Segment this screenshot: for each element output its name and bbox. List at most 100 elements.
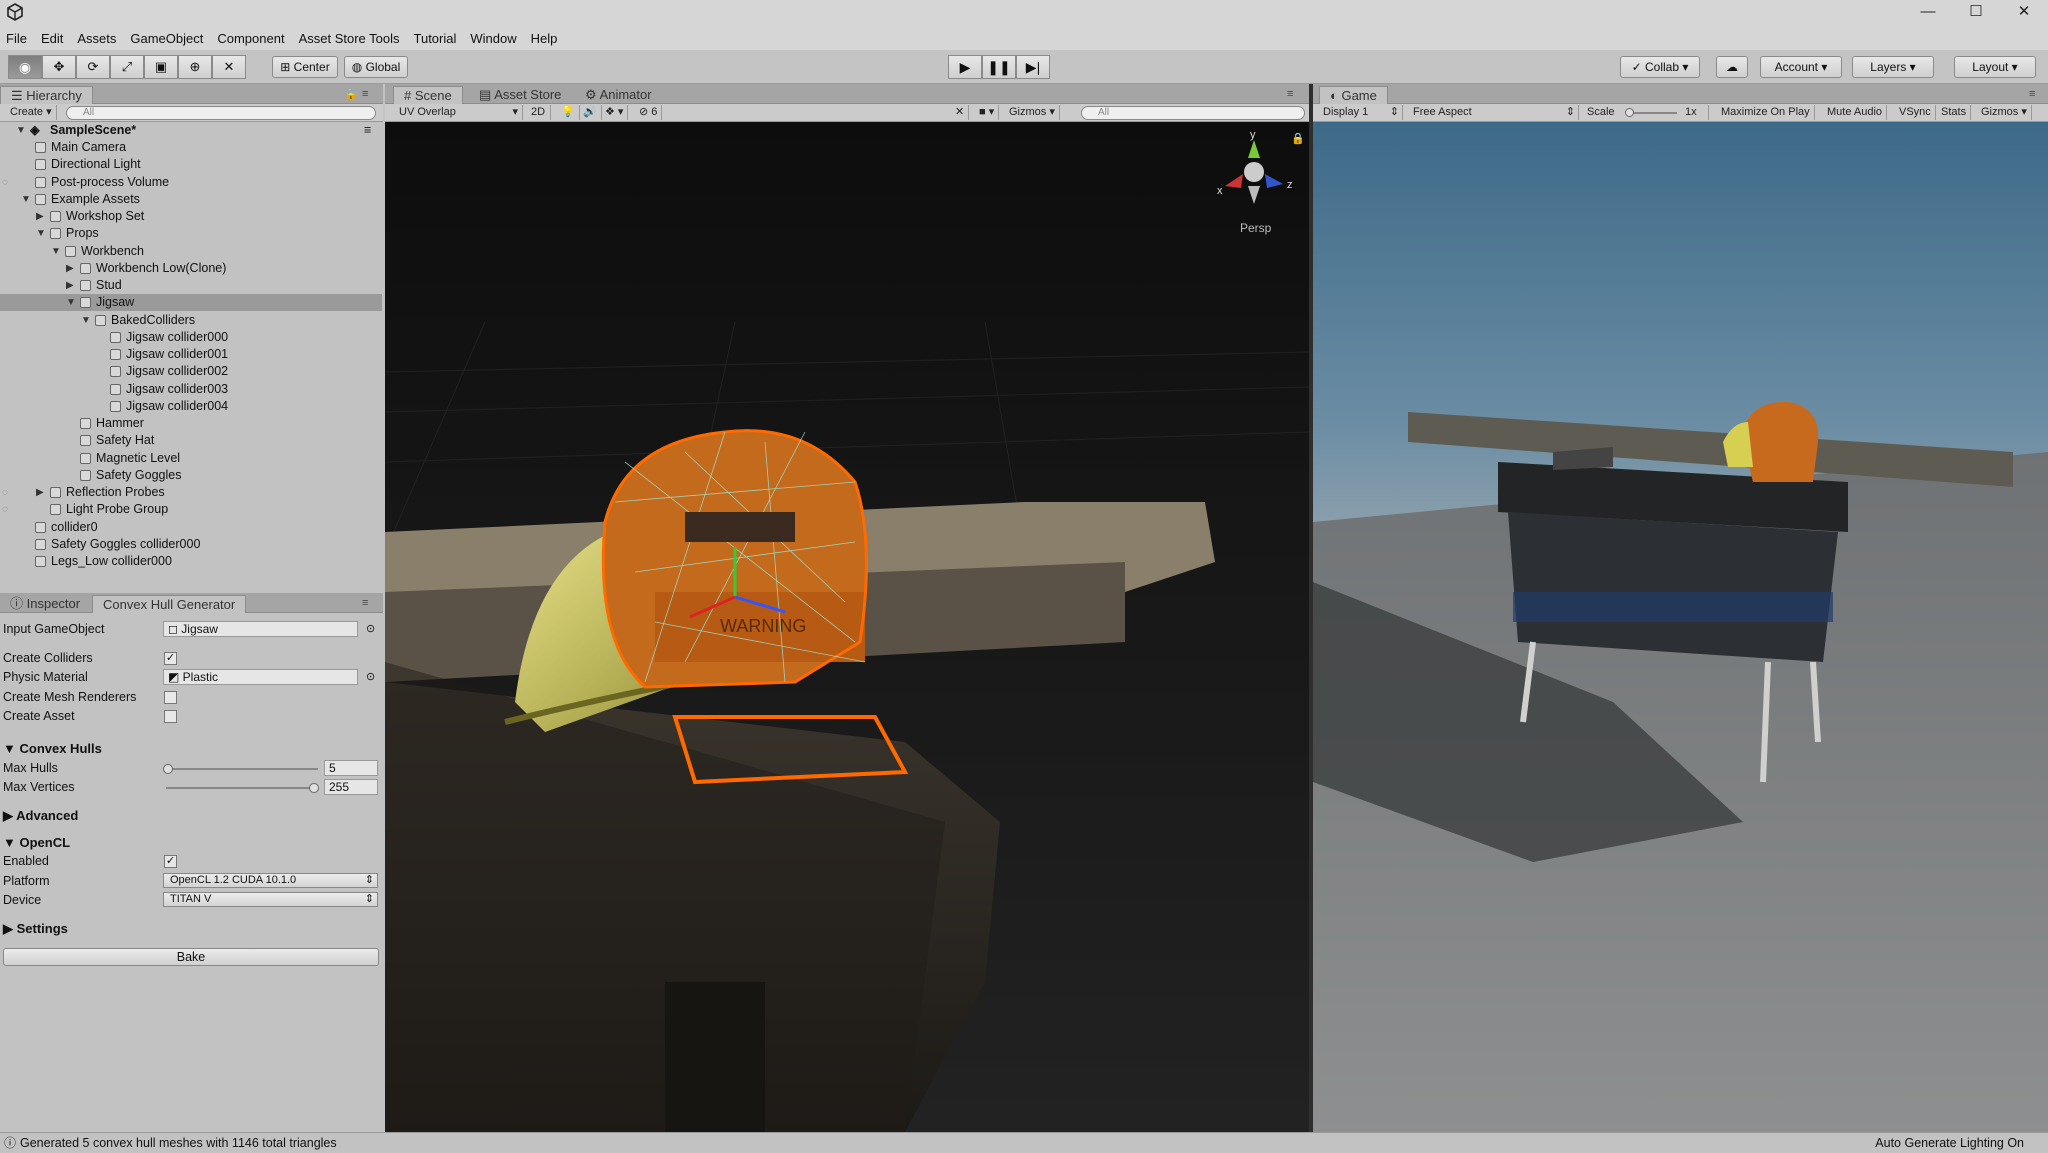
- collab-button[interactable]: ✓ Collab ▾: [1620, 56, 1700, 78]
- visibility-icon[interactable]: ◌: [2, 484, 8, 501]
- effects-dropdown[interactable]: ❖ ▾: [601, 105, 629, 120]
- account-dropdown[interactable]: Account ▾: [1760, 56, 1842, 78]
- pause-button[interactable]: ❚❚: [982, 55, 1016, 79]
- expand-arrow-icon[interactable]: ▼: [36, 225, 46, 242]
- menu-gameobject[interactable]: GameObject: [130, 31, 203, 46]
- scene-tools-button[interactable]: ✕: [951, 105, 970, 120]
- create-mesh-renderers-checkbox[interactable]: [164, 691, 177, 704]
- hierarchy-item[interactable]: Jigsaw collider002: [0, 363, 382, 380]
- status-message[interactable]: Generated 5 convex hull meshes with 1146…: [20, 1133, 337, 1153]
- stats-toggle[interactable]: Stats: [1937, 105, 1972, 120]
- hierarchy-item[interactable]: Legs_Low collider000: [0, 553, 382, 570]
- gizmo-lock-icon[interactable]: 🔒: [1291, 132, 1305, 145]
- mute-audio-toggle[interactable]: Mute Audio: [1823, 105, 1888, 120]
- expand-arrow-icon[interactable]: ▼: [21, 191, 31, 208]
- step-button[interactable]: ▶|: [1016, 55, 1050, 79]
- move-tool-button[interactable]: ✥: [42, 55, 76, 79]
- max-vertices-slider[interactable]: [166, 787, 318, 789]
- space-toggle[interactable]: ◍ Global: [344, 56, 408, 78]
- hierarchy-item[interactable]: ▼ Workbench: [0, 243, 382, 260]
- max-hulls-field[interactable]: 5: [324, 760, 378, 776]
- hierarchy-item[interactable]: ▼ BakedColliders: [0, 312, 382, 329]
- cloud-button[interactable]: ☁: [1716, 56, 1748, 78]
- hierarchy-item[interactable]: Directional Light: [0, 156, 382, 173]
- hierarchy-search-input[interactable]: All: [66, 106, 376, 120]
- lock-icon[interactable]: 🔒: [344, 88, 358, 101]
- convex-hulls-foldout[interactable]: ▼ Convex Hulls: [3, 741, 102, 756]
- platform-dropdown[interactable]: OpenCL 1.2 CUDA 10.1.0 ⇕: [163, 873, 378, 888]
- tab-hierarchy[interactable]: ☰ Hierarchy: [0, 86, 93, 104]
- scale-slider-knob[interactable]: [1625, 108, 1634, 117]
- max-hulls-slider-knob[interactable]: [163, 764, 173, 774]
- hidden-objects-toggle[interactable]: ⊘ 6: [635, 105, 663, 120]
- panel-menu-icon[interactable]: ≡: [362, 597, 368, 609]
- tab-asset-store[interactable]: ▤ Asset Store: [469, 86, 571, 104]
- hierarchy-item[interactable]: Magnetic Level: [0, 450, 382, 467]
- scale-tool-button[interactable]: ⤢: [110, 55, 144, 79]
- game-gizmos-dropdown[interactable]: Gizmos ▾: [1977, 105, 2032, 120]
- expand-arrow-icon[interactable]: ▼: [81, 312, 91, 329]
- expand-arrow-icon[interactable]: ▼: [16, 122, 26, 139]
- 2d-toggle[interactable]: 2D: [527, 105, 551, 120]
- pivot-toggle[interactable]: ⊞ Center: [272, 56, 338, 78]
- create-dropdown[interactable]: Create ▾: [6, 105, 57, 120]
- max-vertices-field[interactable]: 255: [324, 779, 378, 795]
- input-gameobject-field[interactable]: ◻ Jigsaw: [163, 621, 358, 637]
- hierarchy-item[interactable]: Jigsaw collider003: [0, 381, 382, 398]
- maximize-on-play-toggle[interactable]: Maximize On Play: [1717, 105, 1815, 120]
- vsync-toggle[interactable]: VSync: [1895, 105, 1936, 120]
- hierarchy-item[interactable]: Safety Goggles collider000: [0, 536, 382, 553]
- hierarchy-item[interactable]: ◌ ▶ Reflection Probes: [0, 484, 382, 501]
- layers-dropdown[interactable]: Layers ▾: [1852, 56, 1934, 78]
- hierarchy-item[interactable]: ▶ Workbench Low(Clone): [0, 260, 382, 277]
- tab-convex-hull-generator[interactable]: Convex Hull Generator: [92, 595, 247, 613]
- physic-material-field[interactable]: ◩ Plastic: [163, 669, 358, 685]
- scene-viewport[interactable]: WARNING y x z Persp 🔒: [385, 122, 1309, 1132]
- hierarchy-item[interactable]: Safety Goggles: [0, 467, 382, 484]
- custom-tool-button[interactable]: ✕: [212, 55, 246, 79]
- expand-arrow-icon[interactable]: ▶: [66, 277, 74, 294]
- camera-dropdown[interactable]: ■ ▾: [975, 105, 1000, 120]
- panel-menu-icon[interactable]: ≡: [2029, 88, 2035, 100]
- panel-menu-icon[interactable]: ≡: [362, 88, 368, 100]
- hierarchy-item[interactable]: ▼ Jigsaw: [0, 294, 382, 312]
- tab-inspector[interactable]: ⓘ Inspector: [0, 595, 90, 613]
- hierarchy-item[interactable]: ▶ Workshop Set: [0, 208, 382, 225]
- expand-arrow-icon[interactable]: ▶: [66, 260, 74, 277]
- rotate-tool-button[interactable]: ⟳: [76, 55, 110, 79]
- hierarchy-item[interactable]: Hammer: [0, 415, 382, 432]
- panel-menu-icon[interactable]: ≡: [1287, 88, 1293, 100]
- hierarchy-item[interactable]: ◌ Light Probe Group: [0, 501, 382, 518]
- auto-lighting-status[interactable]: Auto Generate Lighting On: [1875, 1133, 2024, 1153]
- expand-arrow-icon[interactable]: ▼: [66, 294, 76, 311]
- advanced-foldout[interactable]: ▶ Advanced: [3, 808, 78, 824]
- hierarchy-item[interactable]: Jigsaw collider001: [0, 346, 382, 363]
- enabled-checkbox[interactable]: ✓: [164, 855, 177, 868]
- play-button[interactable]: ▶: [948, 55, 982, 79]
- hierarchy-item[interactable]: Safety Hat: [0, 432, 382, 449]
- menu-window[interactable]: Window: [470, 31, 516, 46]
- rect-tool-button[interactable]: ▣: [144, 55, 178, 79]
- hierarchy-item[interactable]: Jigsaw collider004: [0, 398, 382, 415]
- hierarchy-item[interactable]: ▶ Stud: [0, 277, 382, 294]
- device-dropdown[interactable]: TITAN V ⇕: [163, 892, 378, 907]
- tab-scene[interactable]: # Scene: [393, 86, 463, 104]
- menu-tutorial[interactable]: Tutorial: [414, 31, 457, 46]
- max-hulls-slider[interactable]: [166, 768, 318, 770]
- hierarchy-item[interactable]: collider0: [0, 519, 382, 536]
- menu-help[interactable]: Help: [531, 31, 558, 46]
- display-dropdown[interactable]: Display 1 ⇕: [1319, 105, 1403, 120]
- expand-arrow-icon[interactable]: ▶: [36, 484, 44, 501]
- scene-row[interactable]: ▼ ◈ SampleScene* ≡: [0, 122, 382, 139]
- max-vertices-slider-knob[interactable]: [309, 783, 319, 793]
- close-button[interactable]: ✕: [2000, 0, 2048, 26]
- transform-tool-button[interactable]: ⊕: [178, 55, 212, 79]
- visibility-icon[interactable]: ◌: [2, 174, 8, 191]
- expand-arrow-icon[interactable]: ▼: [51, 243, 61, 260]
- opencl-foldout[interactable]: ▼ OpenCL: [3, 835, 70, 850]
- hierarchy-item[interactable]: ▼ Example Assets: [0, 191, 382, 208]
- projection-label[interactable]: Persp: [1240, 221, 1272, 235]
- layout-dropdown[interactable]: Layout ▾: [1954, 56, 2036, 78]
- menu-file[interactable]: File: [6, 31, 27, 46]
- tab-animator[interactable]: ⚙ Animator: [575, 86, 662, 104]
